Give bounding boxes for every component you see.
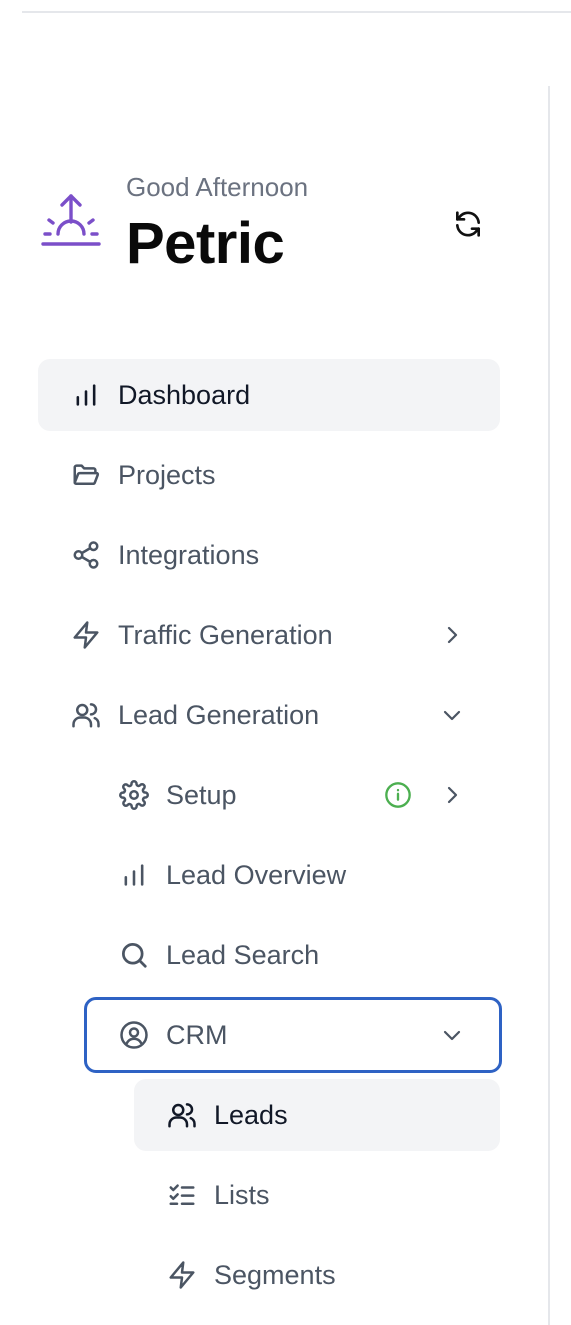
users-icon [166,1099,198,1131]
sidebar-item-lead-generation[interactable]: Lead Generation [38,679,500,751]
sidebar-item-leads[interactable]: Leads [134,1079,500,1151]
sidebar-item-label: Dashboard [118,379,251,410]
share-icon [70,539,102,571]
sidebar-item-segments[interactable]: Segments [134,1239,500,1311]
sunrise-icon [40,192,102,254]
sidebar-item-label: Lead Generation [118,699,320,730]
user-name: Petric [126,211,285,276]
checklist-icon [166,1179,198,1211]
sidebar-item-label: Leads [214,1099,288,1130]
sidebar-item-label: Lists [214,1179,270,1210]
sidebar-item-dashboard[interactable]: Dashboard [38,359,500,431]
chevron-down-icon [438,1021,466,1049]
sidebar-item-label: Lead Overview [166,859,347,890]
sidebar-item-label: Integrations [118,539,260,570]
info-icon [384,781,412,809]
sidebar-divider [548,86,550,1325]
sidebar-item-lists[interactable]: Lists [134,1159,500,1231]
search-icon [118,939,150,971]
sidebar-item-label: Traffic Generation [118,619,333,650]
refresh-button[interactable] [450,206,486,242]
chevron-down-icon [438,701,466,729]
bar-chart-icon [118,859,150,891]
lightning-icon [166,1259,198,1291]
sidebar-item-projects[interactable]: Projects [38,439,500,511]
folder-open-icon [70,459,102,491]
sidebar-item-lead-overview[interactable]: Lead Overview [86,839,500,911]
gear-icon [118,779,150,811]
users-icon [70,699,102,731]
sidebar-item-crm[interactable]: CRM [84,997,502,1073]
sidebar-item-lead-search[interactable]: Lead Search [86,919,500,991]
sidebar-item-traffic-generation[interactable]: Traffic Generation [38,599,500,671]
lightning-icon [70,619,102,651]
sidebar-item-label: Projects [118,459,216,490]
chevron-right-icon [438,621,466,649]
top-divider [22,11,571,13]
refresh-icon [452,208,484,240]
chevron-right-icon [438,781,466,809]
bar-chart-icon [70,379,102,411]
user-circle-icon [118,1019,150,1051]
sidebar-item-label: CRM [166,1019,228,1050]
sidebar-item-label: Lead Search [166,939,320,970]
sidebar-header: Good Afternoon Petric [40,170,490,280]
sidebar-item-integrations[interactable]: Integrations [38,519,500,591]
sidebar-item-label: Segments [214,1259,336,1290]
greeting-text: Good Afternoon [126,172,309,202]
sidebar-item-setup[interactable]: Setup [86,759,500,831]
sidebar-item-label: Setup [166,779,237,810]
